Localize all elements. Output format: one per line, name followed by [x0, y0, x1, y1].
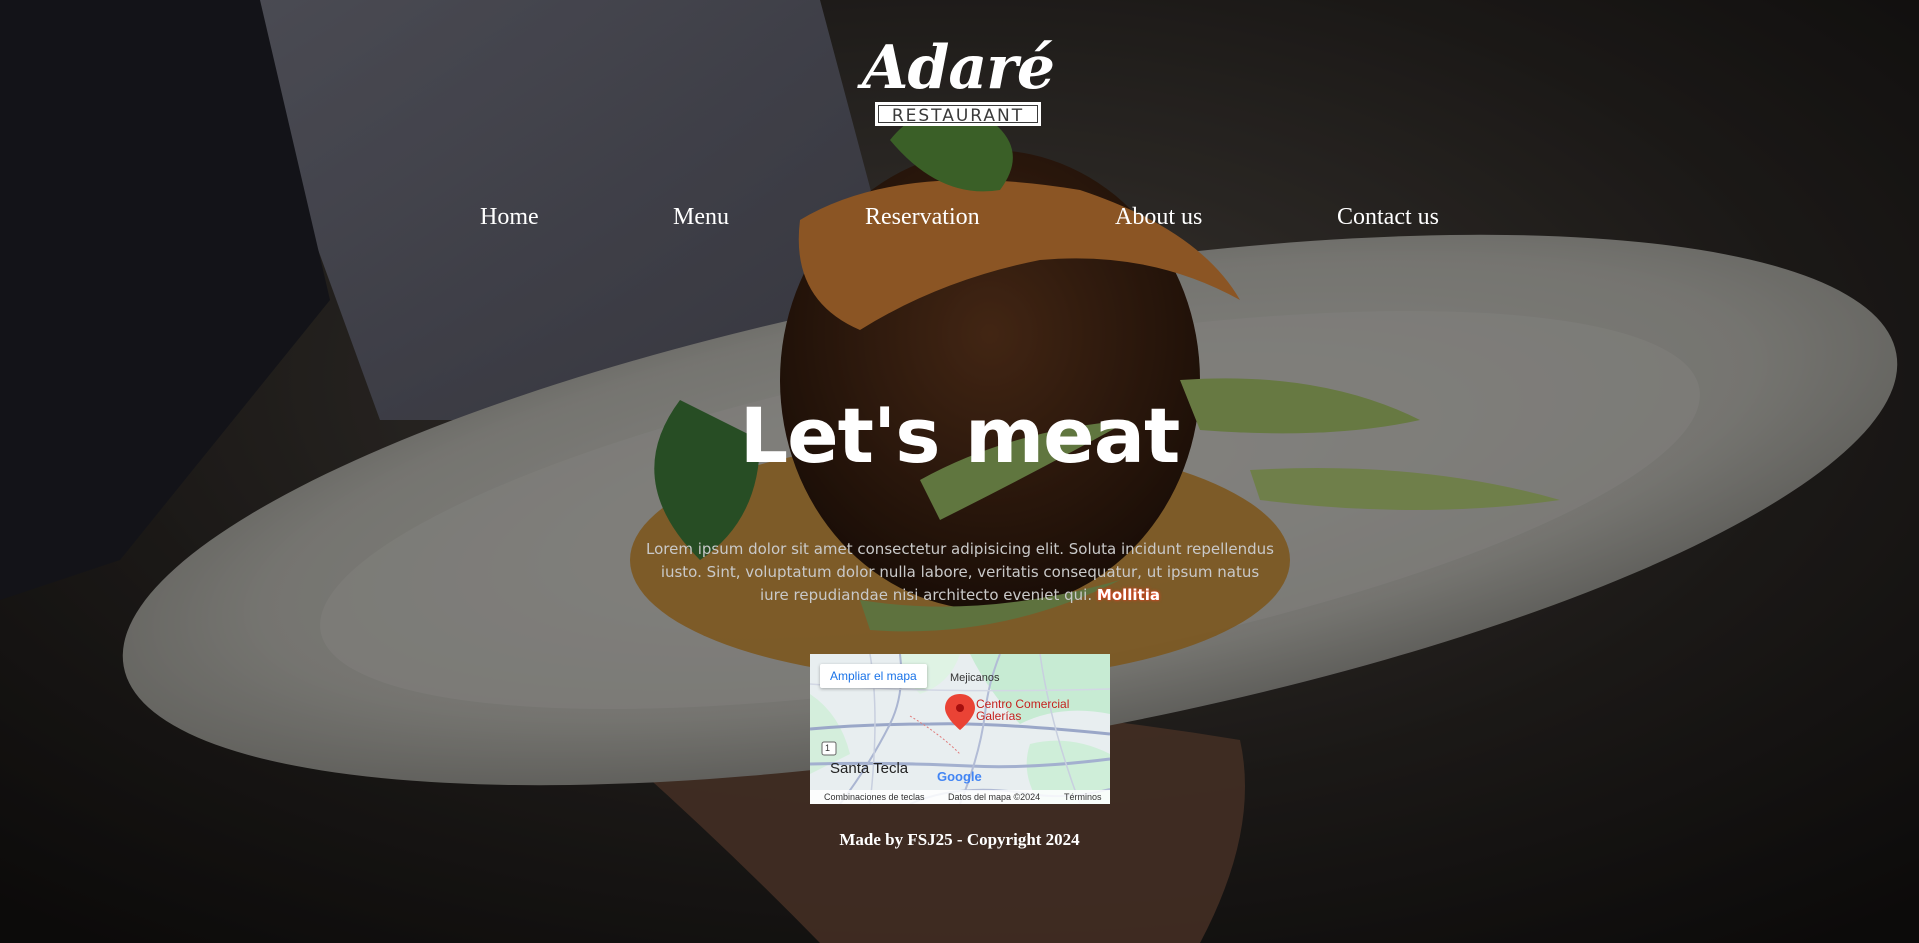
- nav-menu-link[interactable]: Menu: [673, 200, 729, 234]
- map-keyboard-shortcuts-link[interactable]: Combinaciones de teclas: [824, 790, 925, 804]
- map-terms-link[interactable]: Términos: [1064, 790, 1102, 804]
- map-place-label-line2: Galerías: [976, 709, 1022, 723]
- nav-about-link[interactable]: About us: [1115, 200, 1202, 234]
- hero-title: Let's meat: [739, 391, 1181, 480]
- main-nav: Home Menu Reservation About us Contact u…: [0, 200, 1919, 234]
- map-footer: Combinaciones de teclas Datos del mapa ©…: [810, 790, 1110, 804]
- map-enlarge-link[interactable]: Ampliar el mapa: [820, 664, 927, 688]
- page: Adaré RESTAURANT Home Menu Reservation A…: [0, 0, 1919, 943]
- map-place-label[interactable]: Centro Comercial Galerías: [976, 698, 1069, 722]
- map-data-attribution[interactable]: Datos del mapa ©2024: [948, 790, 1040, 804]
- nav-reservation-link[interactable]: Reservation: [865, 200, 980, 234]
- google-logo: Google: [937, 769, 982, 784]
- hero-body-text: Lorem ipsum dolor sit amet consectetur a…: [645, 540, 1274, 604]
- logo-subtitle: RESTAURANT: [875, 102, 1041, 126]
- restaurant-logo[interactable]: Adaré RESTAURANT: [852, 36, 1064, 132]
- map-city-label: Santa Tecla: [830, 760, 909, 777]
- map-area-label: Mejicanos: [950, 672, 1000, 684]
- page-footer: Made by FSJ25 - Copyright 2024: [839, 830, 1080, 849]
- nav-contact-link[interactable]: Contact us: [1337, 200, 1439, 234]
- map-route-number: 1: [825, 743, 831, 753]
- embedded-map[interactable]: Ampliar el mapa Mejicanos Centro Comerci…: [810, 654, 1110, 804]
- hero-description: Lorem ipsum dolor sit amet consectetur a…: [645, 538, 1275, 607]
- logo-wordmark: Adaré: [861, 33, 1055, 103]
- hero-emphasis-text: Mollitia: [1096, 586, 1160, 604]
- nav-home-link[interactable]: Home: [480, 200, 539, 234]
